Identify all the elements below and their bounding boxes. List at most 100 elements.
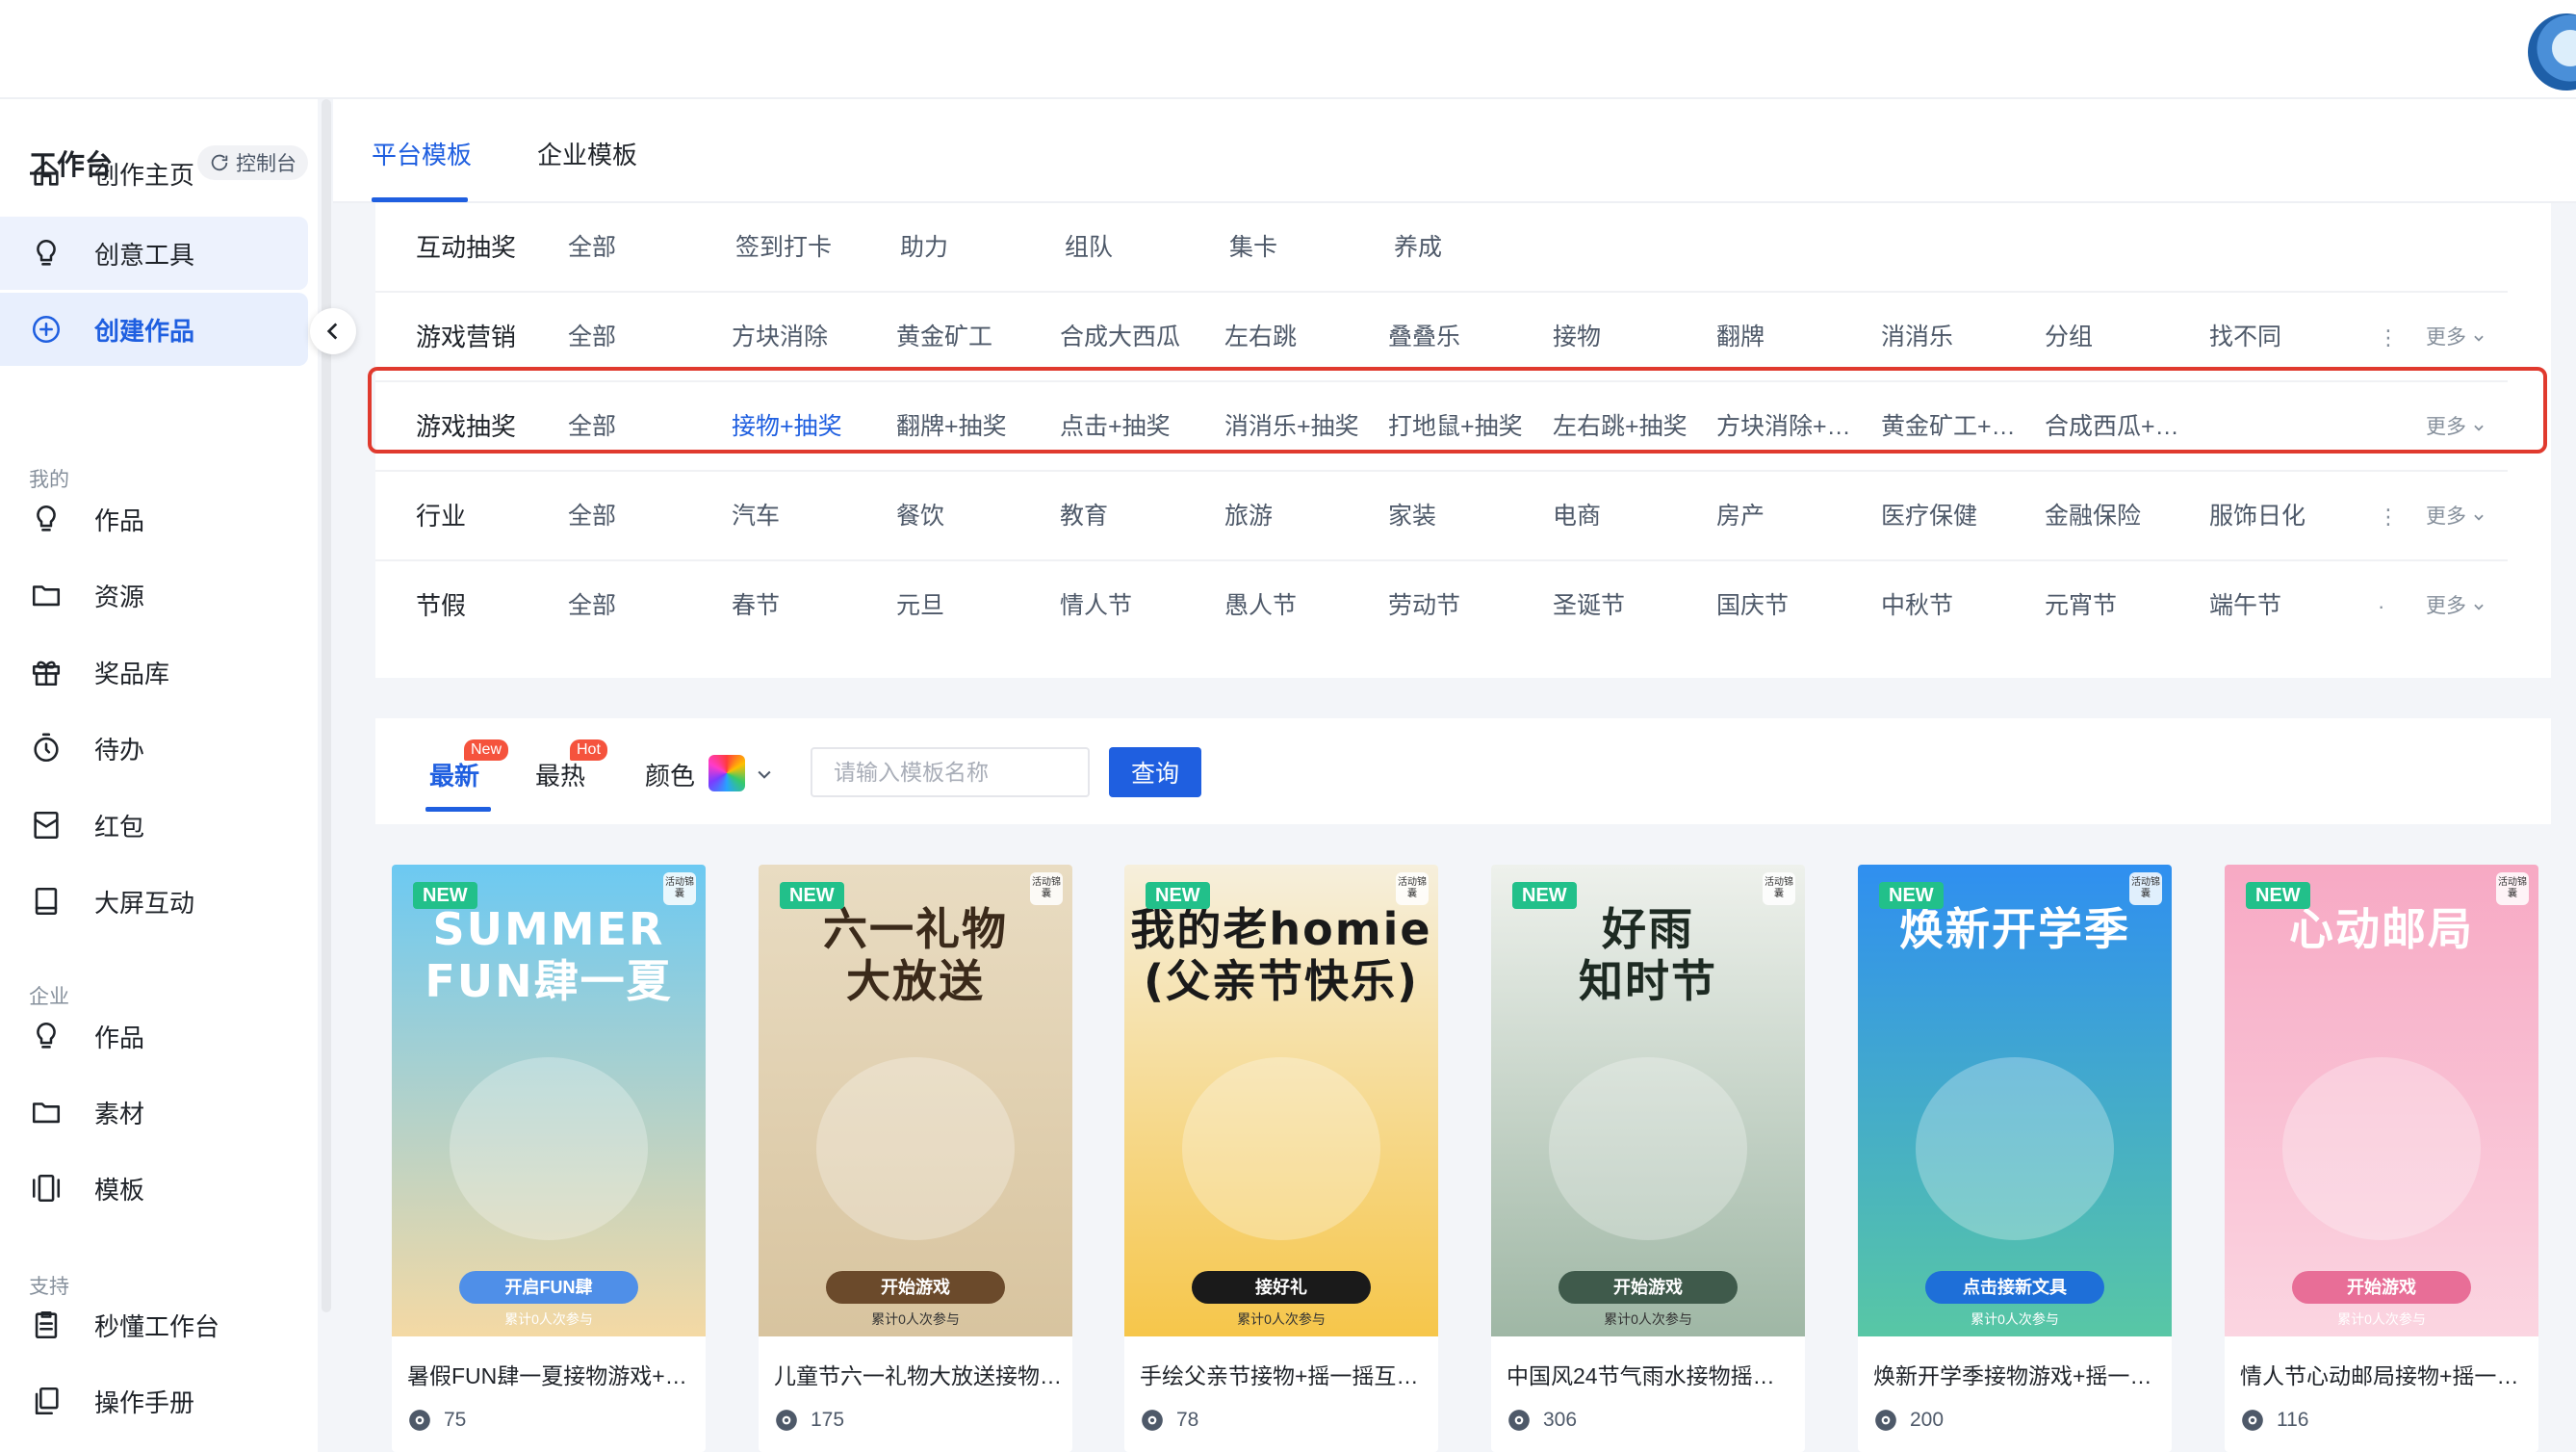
filter-option[interactable]: 左右跳	[1224, 293, 1378, 382]
filter-option[interactable]: 叠叠乐	[1388, 293, 1542, 382]
sort-active-indicator	[425, 807, 491, 812]
sidebar-item-0-5[interactable]: 大屏互动	[0, 865, 308, 938]
query-button[interactable]: 查询	[1109, 747, 1201, 797]
filter-option[interactable]: 全部	[568, 561, 722, 651]
template-search-input[interactable]	[811, 747, 1090, 797]
card-title[interactable]: 情人节心动邮局接物+摇一摇抽奖	[2240, 1358, 2529, 1390]
poster-image[interactable]: 六一礼物 大放送 NEW 活动锦囊 开始游戏 累计0人次参与	[759, 865, 1072, 1336]
collapse-sidebar-button[interactable]	[310, 308, 356, 354]
filter-option[interactable]: 春节	[732, 561, 886, 651]
filter-option[interactable]: 左右跳+抽奖	[1553, 382, 1707, 472]
more-label: 更多	[2426, 506, 2466, 528]
filter-option[interactable]: 家装	[1388, 472, 1542, 561]
sidebar-item-0-3[interactable]: 待办	[0, 712, 308, 785]
poster-image[interactable]: SUMMER FUN肆一夏 NEW 活动锦囊 开启FUN肆 累计0人次参与	[392, 865, 706, 1336]
sidebar-item-1-1[interactable]: 素材	[0, 1076, 308, 1149]
sidebar-item-2-1[interactable]: 操作手册	[0, 1364, 308, 1438]
template-card[interactable]: 好雨 知时节 NEW 活动锦囊 开始游戏 累计0人次参与 中国风24节气雨水接物…	[1491, 865, 1805, 1452]
filter-option[interactable]: 翻牌+抽奖	[896, 382, 1050, 472]
filter-option[interactable]: 国庆节	[1716, 561, 1870, 651]
user-avatar[interactable]	[2528, 13, 2576, 91]
color-picker-swatch[interactable]	[708, 755, 745, 791]
card-title[interactable]: 手绘父亲节接物+摇一摇互动抽奖	[1140, 1358, 1429, 1390]
filter-option[interactable]: 端午节	[2209, 561, 2363, 651]
sidebar-item-1-2[interactable]: 模板	[0, 1152, 308, 1225]
template-card[interactable]: 焕新开学季 NEW 活动锦囊 点击接新文具 累计0人次参与 焕新开学季接物游戏+…	[1858, 865, 2172, 1452]
filter-option[interactable]: 合成大西瓜	[1060, 293, 1214, 382]
sort-hottest-tab[interactable]: 最热	[535, 757, 585, 792]
filter-option[interactable]: 接物	[1553, 293, 1707, 382]
filter-option[interactable]: 黄金矿工+…	[1881, 382, 2035, 472]
sort-latest-tab[interactable]: 最新	[429, 757, 479, 792]
sidebar-item-0-4[interactable]: 红包	[0, 789, 308, 862]
filter-more-button[interactable]: 更多	[2426, 293, 2486, 382]
filter-option[interactable]: 中秋节	[1881, 561, 2035, 651]
tab-platform-templates[interactable]: 平台模板	[372, 136, 472, 171]
filter-option[interactable]: 合成西瓜+…	[2045, 382, 2199, 472]
filter-option[interactable]: 情人节	[1060, 561, 1214, 651]
filter-more-button[interactable]: 更多	[2426, 561, 2486, 651]
filter-option[interactable]: 养成	[1394, 203, 1548, 293]
template-card[interactable]: 我的老homie (父亲节快乐) NEW 活动锦囊 接好礼 累计0人次参与 手绘…	[1124, 865, 1438, 1452]
filter-option[interactable]: 打地鼠+抽奖	[1388, 382, 1542, 472]
filter-option[interactable]: 服饰日化	[2209, 472, 2363, 561]
filter-option[interactable]: 方块消除+…	[1716, 382, 1870, 472]
sidebar-item-2[interactable]: 创建作品	[0, 293, 308, 366]
card-title[interactable]: 儿童节六一礼物大放送接物+摇一摇抽奖	[774, 1358, 1063, 1390]
sidebar-item-0-2[interactable]: 奖品库	[0, 635, 308, 709]
filter-option[interactable]: 圣诞节	[1553, 561, 1707, 651]
filter-option[interactable]: 房产	[1716, 472, 1870, 561]
filter-option[interactable]: 元宵节	[2045, 561, 2199, 651]
filter-option[interactable]: 愚人节	[1224, 561, 1378, 651]
filter-option[interactable]: 金融保险	[2045, 472, 2199, 561]
filter-option[interactable]: 找不同	[2209, 293, 2363, 382]
filter-option[interactable]: 分组	[2045, 293, 2199, 382]
filter-option[interactable]: 消消乐+抽奖	[1224, 382, 1378, 472]
poster-image[interactable]: 心动邮局 NEW 活动锦囊 开始游戏 累计0人次参与	[2225, 865, 2538, 1336]
filter-option[interactable]: 消消乐	[1881, 293, 2035, 382]
filter-option[interactable]: 餐饮	[896, 472, 1050, 561]
sidebar-item-0[interactable]: 创作主页	[0, 137, 308, 210]
filter-option[interactable]: 元旦	[896, 561, 1050, 651]
filter-option[interactable]: 黄金矿工	[896, 293, 1050, 382]
poster-image[interactable]: 焕新开学季 NEW 活动锦囊 点击接新文具 累计0人次参与	[1858, 865, 2172, 1336]
filter-option[interactable]: 全部	[568, 293, 722, 382]
filter-option[interactable]: 医疗保健	[1881, 472, 2035, 561]
card-title[interactable]: 暑假FUN肆一夏接物游戏+摇一摇抽奖	[407, 1358, 696, 1390]
filter-option[interactable]: 助力	[900, 203, 1054, 293]
filter-option[interactable]: 全部	[568, 382, 722, 472]
chevron-down-icon[interactable]	[755, 765, 774, 784]
filter-category: 互动抽奖	[416, 233, 517, 262]
sidebar-item-1[interactable]: 创意工具	[0, 217, 308, 290]
template-tabs: 平台模板 企业模板	[333, 99, 2576, 203]
filter-more-button[interactable]: 更多	[2426, 472, 2486, 561]
card-title[interactable]: 焕新开学季接物游戏+摇一摇抽奖	[1873, 1358, 2162, 1390]
filter-option[interactable]: 翻牌	[1716, 293, 1870, 382]
filter-option[interactable]: 方块消除	[732, 293, 886, 382]
template-card[interactable]: 六一礼物 大放送 NEW 活动锦囊 开始游戏 累计0人次参与 儿童节六一礼物大放…	[759, 865, 1072, 1452]
filter-option[interactable]: 劳动节	[1388, 561, 1542, 651]
poster-image[interactable]: 我的老homie (父亲节快乐) NEW 活动锦囊 接好礼 累计0人次参与	[1124, 865, 1438, 1336]
sidebar-item-0-0[interactable]: 作品	[0, 482, 308, 556]
filter-option[interactable]: 旅游	[1224, 472, 1378, 561]
template-card[interactable]: SUMMER FUN肆一夏 NEW 活动锦囊 开启FUN肆 累计0人次参与 暑假…	[392, 865, 706, 1452]
filter-option[interactable]: 点击+抽奖	[1060, 382, 1214, 472]
filter-option[interactable]: 汽车	[732, 472, 886, 561]
filter-option[interactable]: 电商	[1553, 472, 1707, 561]
tab-enterprise-templates[interactable]: 企业模板	[537, 136, 637, 171]
sidebar-item-1-0[interactable]: 作品	[0, 999, 308, 1073]
filter-option[interactable]: 集卡	[1229, 203, 1383, 293]
filter-option[interactable]: 签到打卡	[735, 203, 889, 293]
filter-option[interactable]: 接物+抽奖	[732, 382, 886, 472]
filter-option[interactable]: 全部	[568, 472, 722, 561]
filter-option[interactable]: 教育	[1060, 472, 1214, 561]
sidebar-item-2-0[interactable]: 秒懂工作台	[0, 1288, 308, 1361]
poster-image[interactable]: 好雨 知时节 NEW 活动锦囊 开始游戏 累计0人次参与	[1491, 865, 1805, 1336]
template-card[interactable]: 心动邮局 NEW 活动锦囊 开始游戏 累计0人次参与 情人节心动邮局接物+摇一摇…	[2225, 865, 2538, 1452]
filter-more-button[interactable]: 更多	[2426, 382, 2486, 472]
filter-option[interactable]: 全部	[568, 203, 722, 293]
sidebar-scrollbar[interactable]	[322, 99, 331, 1312]
filter-option[interactable]: 组队	[1065, 203, 1219, 293]
sidebar-item-0-1[interactable]: 资源	[0, 558, 308, 632]
card-title[interactable]: 中国风24节气雨水接物摇一摇抽奖	[1507, 1358, 1795, 1390]
